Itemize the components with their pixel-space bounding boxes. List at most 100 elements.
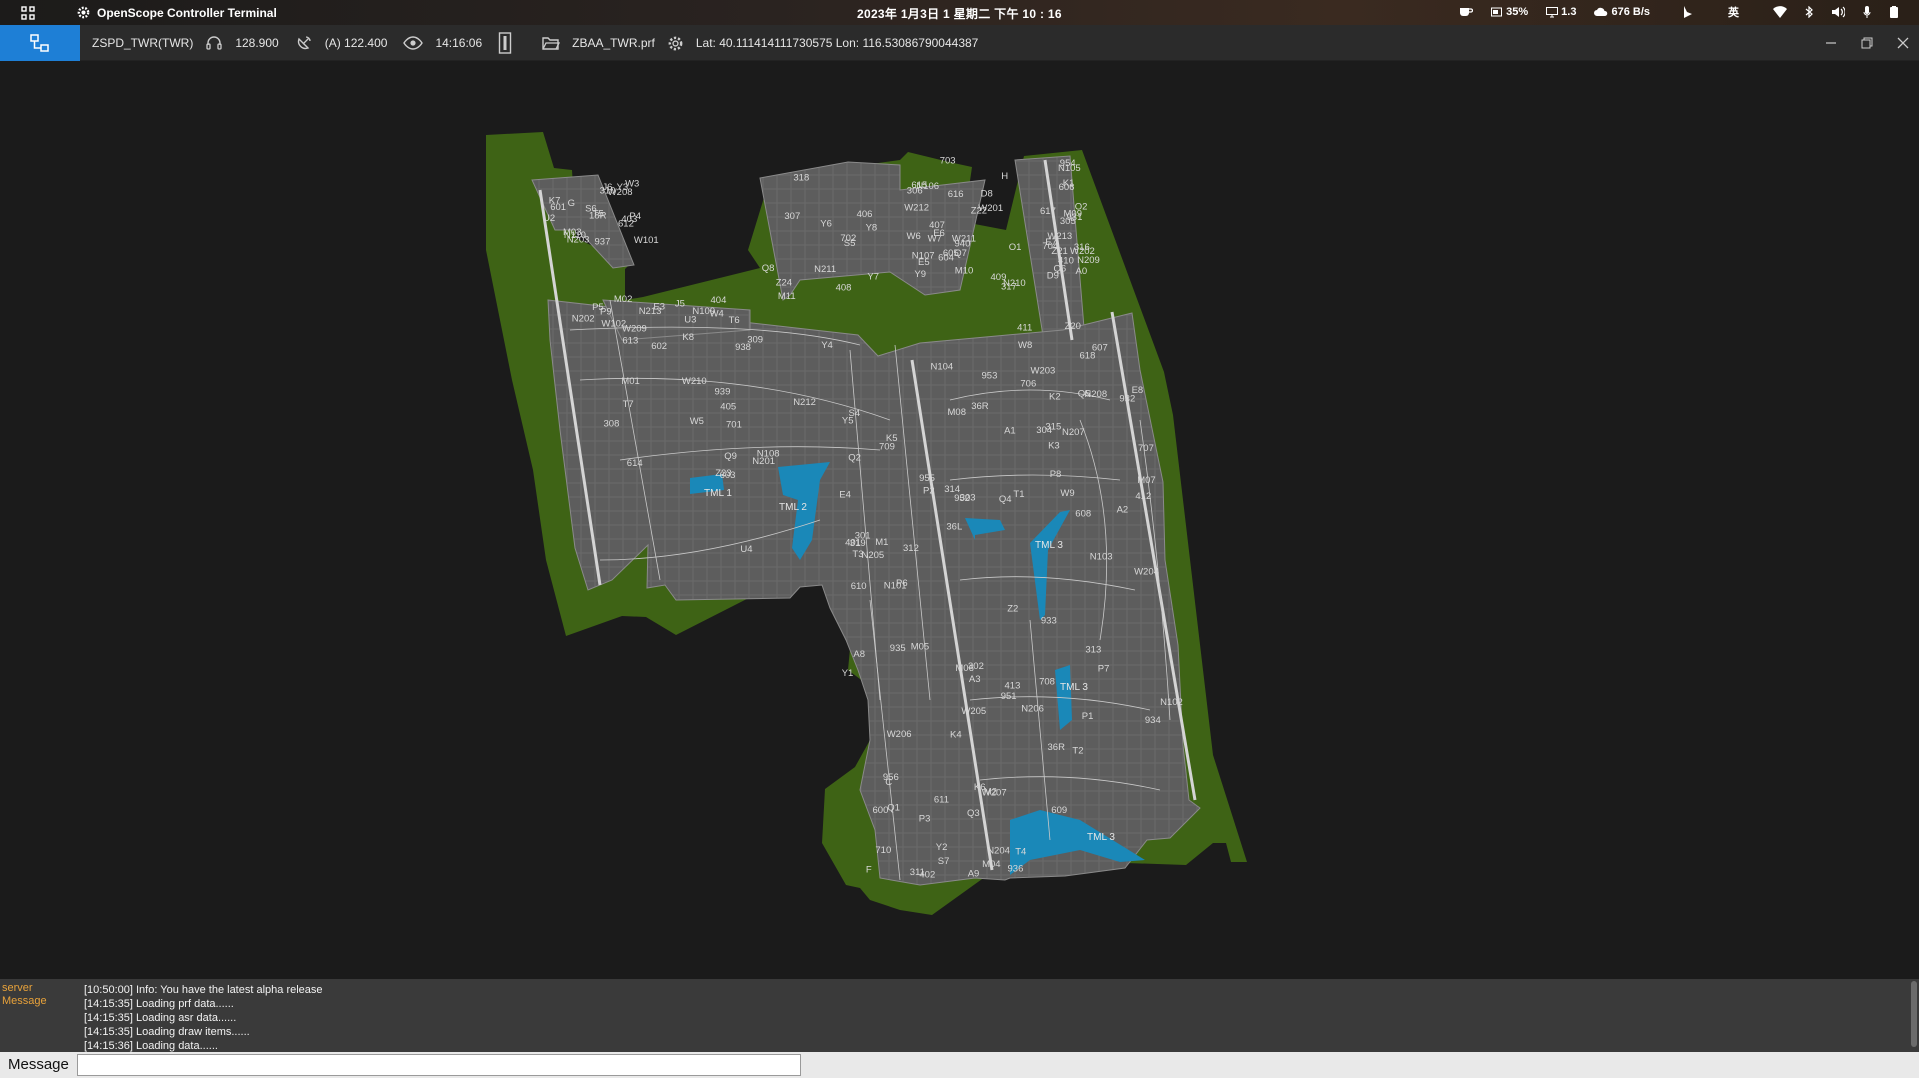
headset-icon[interactable] xyxy=(205,34,223,52)
active-app[interactable]: OpenScope Controller Terminal xyxy=(76,5,277,20)
map-label: 934 xyxy=(1145,715,1161,726)
map-label: W206 xyxy=(887,729,912,740)
battery-indicator[interactable]: 35% xyxy=(1491,6,1528,18)
controller-toolbar: ZSPD_TWR(TWR) 128.900 (A) 122.400 14:16:… xyxy=(0,25,1919,61)
map-label: 311 xyxy=(910,867,925,878)
console-source-labels: server Message xyxy=(2,982,47,1008)
map-label: Y5 xyxy=(842,416,854,427)
minimize-icon[interactable] xyxy=(1823,35,1839,51)
map-label: Q9 xyxy=(724,451,737,462)
ime-indicator[interactable]: 英 xyxy=(1728,4,1739,20)
map-label: 307 xyxy=(784,211,800,222)
map-label: 309 xyxy=(747,334,763,345)
message-label: Message xyxy=(8,1056,69,1073)
map-label: 618 xyxy=(1080,350,1096,361)
display-indicator[interactable]: 1.3 xyxy=(1546,6,1576,18)
map-label: U3 xyxy=(684,315,696,326)
map-label: O1 xyxy=(1009,242,1022,253)
message-console: server Message [10:50:00] Info: You have… xyxy=(0,979,1919,1052)
map-label: Y1 xyxy=(842,668,854,679)
power-icon[interactable] xyxy=(1889,5,1899,19)
map-label: U2 xyxy=(543,213,555,224)
map-label: G xyxy=(568,198,575,209)
map-label: M07 xyxy=(1137,475,1155,486)
map-label: N104 xyxy=(931,362,954,373)
network-connect-button[interactable] xyxy=(0,25,80,61)
map-label: Y9 xyxy=(914,269,926,280)
map-label: 410 xyxy=(1058,256,1074,267)
map-label: 706 xyxy=(1020,378,1036,389)
map-label: W210 xyxy=(682,376,707,387)
map-label: M02 xyxy=(614,294,632,305)
map-label: 316 xyxy=(1074,242,1090,253)
network-icon xyxy=(30,34,49,52)
settings-gear-icon[interactable] xyxy=(667,35,684,52)
position-callsign[interactable]: ZSPD_TWR(TWR) xyxy=(92,36,193,50)
map-label: T5 xyxy=(593,209,604,220)
map-label: N103 xyxy=(1090,551,1113,562)
profile-filename[interactable]: ZBAA_TWR.prf xyxy=(572,36,655,50)
map-label: N101 xyxy=(884,581,907,592)
map-label: K8 xyxy=(682,332,694,343)
map-label: M11 xyxy=(778,291,796,302)
map-label: M01 xyxy=(621,376,639,387)
map-label: M10 xyxy=(955,265,973,276)
map-label: P7 xyxy=(1098,664,1110,675)
battery-percent: 35% xyxy=(1506,6,1529,18)
window-controls xyxy=(1823,25,1911,61)
map-label: K4 xyxy=(950,729,962,740)
map-label: 312 xyxy=(903,543,919,554)
mic-icon[interactable] xyxy=(1863,6,1871,18)
map-label: N206 xyxy=(1021,704,1044,715)
apps-grid-icon[interactable] xyxy=(20,5,36,21)
toolbar-status-row: ZSPD_TWR(TWR) 128.900 (A) 122.400 14:16:… xyxy=(92,25,978,61)
map-label: 606 xyxy=(1059,182,1075,193)
map-label: 36L xyxy=(946,521,962,532)
map-label: 310 xyxy=(600,186,616,197)
console-log: [10:50:00] Info: You have the latest alp… xyxy=(84,983,323,1053)
eye-icon[interactable] xyxy=(403,36,424,50)
map-label: E7 xyxy=(1045,237,1057,248)
cup-icon[interactable] xyxy=(1459,6,1474,18)
volume-icon[interactable] xyxy=(1831,6,1845,18)
network-speed[interactable]: 676 B/s xyxy=(1594,6,1650,18)
map-label: 600 xyxy=(873,805,889,816)
secondary-frequency[interactable]: (A) 122.400 xyxy=(325,36,388,50)
airport-surface-map[interactable]: 18RP9Z23Z24Z22Z21Z20P8P7P6CW101W102S4S5D… xyxy=(0,61,1919,979)
map-label: 36R xyxy=(1048,742,1066,753)
map-label: S7 xyxy=(938,856,950,867)
wifi-icon[interactable] xyxy=(1773,6,1787,18)
console-scrollbar[interactable] xyxy=(1911,981,1917,1047)
map-label: 407 xyxy=(929,220,945,231)
map-label: T4 xyxy=(1015,846,1026,857)
map-label: 318 xyxy=(793,172,809,183)
radar-antenna-icon[interactable] xyxy=(295,34,313,52)
map-label: Z2 xyxy=(1007,604,1018,615)
b-app-icon[interactable] xyxy=(1682,5,1694,19)
map-label: P3 xyxy=(919,814,931,825)
close-icon[interactable] xyxy=(1895,35,1911,51)
system-clock[interactable]: 2023年 1月3日 1 星期二 下午 10 : 16 xyxy=(857,5,1062,22)
map-label: W203 xyxy=(1031,365,1056,376)
primary-frequency[interactable]: 128.900 xyxy=(235,36,278,50)
map-label: Q8 xyxy=(762,263,775,274)
map-label: 313 xyxy=(1085,645,1101,656)
map-label: M03 xyxy=(563,227,581,238)
restore-icon[interactable] xyxy=(1859,35,1875,51)
strip-bay-icon[interactable] xyxy=(498,32,512,54)
folder-open-icon[interactable] xyxy=(542,36,561,51)
net-speed-value: 676 B/s xyxy=(1611,6,1650,18)
map-label: W201 xyxy=(978,203,1003,214)
map-label: Z24 xyxy=(776,278,792,289)
map-label: 603 xyxy=(720,470,736,481)
battery-icon xyxy=(1491,7,1503,17)
map-label: 936 xyxy=(1008,864,1024,875)
bluetooth-icon[interactable] xyxy=(1805,6,1813,18)
settings-gear-icon xyxy=(77,6,90,19)
message-input[interactable] xyxy=(77,1054,801,1076)
map-label: A0 xyxy=(1076,266,1088,277)
airport-map-view[interactable]: 18R P9 Z23 Z24 Z22 Z21 Z20 P8 P7 P6 C W101 W102 S4 S5 D… xyxy=(0,61,1919,979)
map-label: W4 xyxy=(710,309,724,320)
map-label: P2 xyxy=(923,486,935,497)
terminal-label: TML 3 xyxy=(1087,832,1115,843)
